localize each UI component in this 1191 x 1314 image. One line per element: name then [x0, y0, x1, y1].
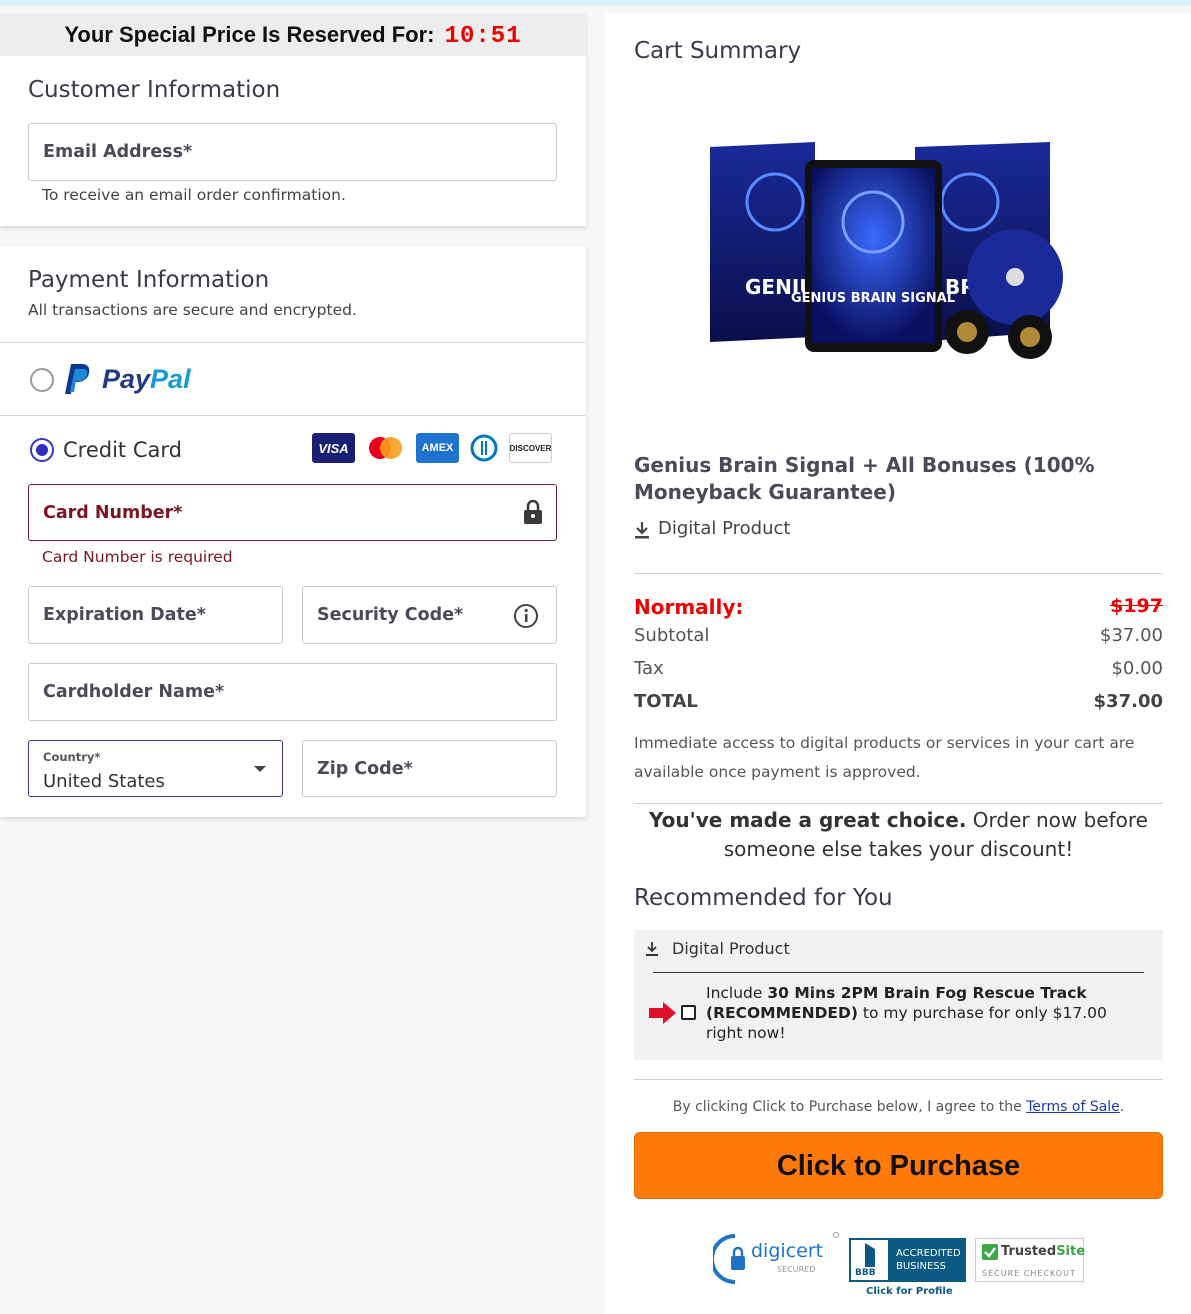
paypal-icon — [65, 364, 90, 394]
payment-info-subtitle: All transactions are secure and encrypte… — [28, 301, 357, 319]
customer-information-card: Your Special Price Is Reserved For: 10:5… — [0, 14, 586, 226]
timer-label: Your Special Price Is Reserved For: — [64, 22, 435, 47]
email-hint: To receive an email order confirmation. — [42, 186, 346, 204]
checkmark-icon — [982, 1244, 998, 1260]
access-note: Immediate access to digital products or … — [634, 734, 1135, 781]
bbb-line1: ACCREDITED — [896, 1248, 961, 1259]
rec-offer-text[interactable]: Include 30 Mins 2PM Brain Fog Rescue Tra… — [706, 983, 1146, 1043]
bbb-line2: BUSINESS — [896, 1261, 946, 1272]
cart-summary-panel: Cart Summary GENIUS BRA GENIUS BRAIN SIG… — [605, 14, 1191, 1314]
card-number-field[interactable]: Card Number* — [28, 484, 557, 541]
divider — [634, 1079, 1163, 1080]
card-number-label: Card Number* — [43, 502, 183, 523]
digicert-secured-text: SECURED — [777, 1265, 816, 1274]
great-choice-text-1: Order now before — [972, 808, 1148, 832]
credit-card-label[interactable]: Credit Card — [63, 438, 182, 462]
normally-price: $197 — [1110, 595, 1163, 617]
product-image: GENIUS BRA GENIUS BRAIN SIGNAL — [710, 142, 1063, 359]
security-code-field[interactable]: Security Code* — [302, 586, 557, 644]
payment-information-card: Payment Information All transactions are… — [0, 246, 586, 817]
subtotal-value: $37.00 — [1100, 625, 1163, 646]
subtotal-label: Subtotal — [634, 625, 710, 646]
country-label: Country* — [43, 750, 101, 764]
download-icon — [646, 942, 658, 956]
red-arrow-icon — [649, 1002, 676, 1024]
security-code-label: Security Code* — [317, 605, 464, 625]
paypal-logo-pal: Pal — [150, 364, 191, 394]
great-choice-message: You've made a great choice. Order now be… — [634, 806, 1163, 864]
cart-summary-title: Cart Summary — [634, 38, 802, 64]
total-row: TOTAL $37.00 — [634, 691, 1163, 712]
paypal-radio[interactable] — [30, 368, 54, 392]
normally-label: Normally: — [634, 595, 744, 619]
credit-card-radio[interactable] — [30, 438, 54, 462]
recommended-title: Recommended for You — [634, 885, 893, 911]
digicert-badge[interactable]: digicert SECURED — [713, 1232, 839, 1286]
zip-code-label: Zip Code* — [317, 758, 413, 779]
payment-info-title: Payment Information — [28, 267, 270, 293]
product-tablet-text: GENIUS BRAIN SIGNAL — [791, 291, 955, 306]
bbb-profile-link[interactable]: Click for Profile — [866, 1286, 953, 1297]
email-field[interactable]: Email Address* — [28, 123, 557, 181]
reservation-timer: Your Special Price Is Reserved For: 10:5… — [0, 14, 586, 56]
divider — [634, 803, 1163, 804]
click-to-purchase-button[interactable]: Click to Purchase — [634, 1132, 1163, 1199]
divider — [0, 415, 586, 416]
digicert-text: digicert — [751, 1240, 824, 1262]
amex-icon: AMEX — [416, 433, 459, 463]
trusted-text-a: Trusted — [1001, 1244, 1057, 1259]
divider — [0, 342, 586, 343]
chevron-down-icon — [254, 766, 266, 772]
divider — [653, 972, 1144, 973]
bbb-torch-icon — [865, 1243, 875, 1267]
cardholder-name-label: Cardholder Name* — [43, 682, 225, 702]
expiration-date-label: Expiration Date* — [43, 605, 206, 625]
trustedsite-badge[interactable]: TrustedSite SECURE CHECKOUT — [975, 1238, 1086, 1282]
visa-icon: VISA — [312, 433, 355, 463]
great-choice-bold: You've made a great choice. — [649, 808, 967, 832]
total-value: $37.00 — [1093, 691, 1163, 712]
tax-label: Tax — [634, 658, 664, 679]
terms-of-sale-link[interactable]: Terms of Sale — [1026, 1099, 1120, 1115]
info-icon[interactable] — [513, 603, 539, 629]
mastercard-icon — [364, 433, 407, 463]
divider — [634, 573, 1163, 574]
top-accent-bar — [0, 0, 1191, 5]
rec-type: Digital Product — [672, 939, 790, 958]
trusted-text-b: Site — [1056, 1244, 1086, 1259]
bbb-badge[interactable]: BBB ACCREDITED BUSINESS Click for Profil… — [849, 1238, 967, 1300]
discover-icon: DISCOVER — [509, 433, 552, 463]
rec-offer-checkbox[interactable] — [681, 1005, 696, 1020]
zip-code-field[interactable]: Zip Code* — [302, 740, 557, 797]
trusted-sub: SECURE CHECKOUT — [982, 1269, 1076, 1278]
terms-prefix: By clicking Click to Purchase below, I a… — [672, 1099, 1022, 1115]
terms-suffix: . — [1119, 1099, 1125, 1115]
diners-club-icon — [468, 433, 500, 463]
subtotal-row: Subtotal $37.00 — [634, 625, 1163, 646]
product-type: Digital Product — [658, 518, 791, 539]
card-number-error: Card Number is required — [42, 548, 233, 566]
product-name: Genius Brain Signal + All Bonuses (100% … — [634, 453, 1095, 504]
terms-text: By clicking Click to Purchase below, I a… — [634, 1099, 1163, 1115]
expiration-date-field[interactable]: Expiration Date* — [28, 586, 283, 644]
timer-countdown: 10:51 — [444, 23, 522, 50]
tax-value: $0.00 — [1111, 658, 1163, 679]
download-icon — [635, 522, 649, 539]
bbb-mark: BBB — [855, 1268, 876, 1278]
rec-text-prefix: Include — [706, 984, 763, 1002]
great-choice-text-2: someone else takes your discount! — [723, 837, 1074, 861]
normally-row: Normally: $197 — [634, 595, 1163, 619]
country-select[interactable]: Country* United States — [28, 740, 283, 797]
cardholder-name-field[interactable]: Cardholder Name* — [28, 663, 557, 721]
email-label: Email Address* — [43, 142, 193, 162]
paypal-option[interactable]: PayPal — [62, 362, 212, 398]
country-value: United States — [43, 771, 165, 792]
recommended-offer-box: Digital Product Include 30 Mins 2PM Brai… — [634, 930, 1163, 1060]
total-label: TOTAL — [634, 691, 698, 712]
lock-icon — [524, 499, 542, 524]
customer-info-title: Customer Information — [28, 77, 281, 103]
paypal-logo-pay: Pay — [102, 364, 151, 394]
tax-row: Tax $0.00 — [634, 658, 1163, 679]
card-logos: VISA AMEX DISCOVER — [312, 433, 552, 463]
